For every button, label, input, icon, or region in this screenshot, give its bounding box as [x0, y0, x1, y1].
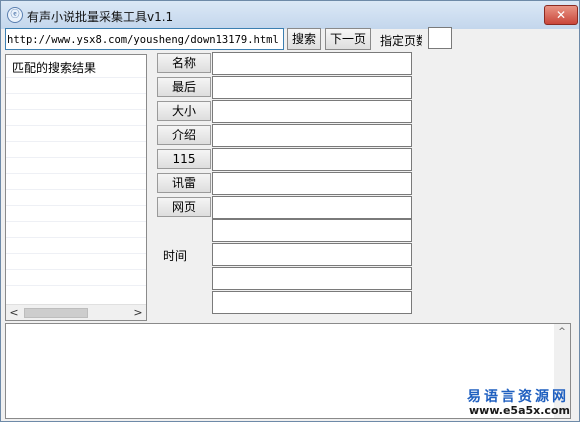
list-divider — [6, 157, 146, 158]
list-divider — [6, 285, 146, 286]
list-divider — [6, 77, 146, 78]
size-field[interactable] — [212, 100, 412, 123]
list-divider — [6, 109, 146, 110]
scroll-right-icon[interactable]: > — [130, 305, 146, 320]
list-divider — [6, 173, 146, 174]
close-button[interactable]: ✕ — [544, 5, 578, 25]
link-115-field[interactable] — [212, 148, 412, 171]
main-window: ⓔ 有声小说批量采集工具v1.1 ✕ http://www.ysx8.com/y… — [0, 0, 580, 422]
field-button-xunlei[interactable]: 讯雷 — [157, 173, 211, 193]
list-divider — [6, 269, 146, 270]
time-field-1[interactable] — [212, 219, 412, 242]
watermark-url: www.e5a5x.com — [469, 404, 570, 417]
field-button-name[interactable]: 名称 — [157, 53, 211, 73]
url-input[interactable]: http://www.ysx8.com/yousheng/down13179.h… — [5, 28, 284, 50]
last-field[interactable] — [212, 76, 412, 99]
scroll-thumb[interactable] — [24, 308, 88, 318]
time-label: 时间 — [163, 249, 188, 263]
search-results-list[interactable]: 匹配的搜索结果 < > — [5, 54, 147, 321]
watermark-site-name: 易语言资源网 — [467, 389, 569, 405]
results-header: 匹配的搜索结果 — [12, 61, 97, 75]
field-button-size[interactable]: 大小 — [157, 101, 211, 121]
list-divider — [6, 141, 146, 142]
list-divider — [6, 125, 146, 126]
intro-field[interactable] — [212, 124, 412, 147]
title-bar: ⓔ 有声小说批量采集工具v1.1 ✕ — [1, 1, 579, 29]
page-number-label: 指定页数 — [380, 34, 422, 48]
field-button-115[interactable]: 115 — [157, 149, 211, 169]
horizontal-scrollbar[interactable]: < > — [6, 304, 146, 320]
list-divider — [6, 189, 146, 190]
list-divider — [6, 221, 146, 222]
app-logo-icon: ⓔ — [7, 7, 23, 23]
scroll-up-icon[interactable]: ^ — [554, 324, 570, 340]
field-button-last[interactable]: 最后 — [157, 77, 211, 97]
list-divider — [6, 205, 146, 206]
xunlei-field[interactable] — [212, 172, 412, 195]
time-field-3[interactable] — [212, 267, 412, 290]
field-button-webpage[interactable]: 网页 — [157, 197, 211, 217]
search-button[interactable]: 搜索 — [287, 28, 321, 50]
list-divider — [6, 237, 146, 238]
list-divider — [6, 253, 146, 254]
next-page-button[interactable]: 下一页 — [325, 28, 371, 50]
name-field[interactable] — [212, 52, 412, 75]
webpage-field[interactable] — [212, 196, 412, 219]
field-button-intro[interactable]: 介绍 — [157, 125, 211, 145]
scroll-left-icon[interactable]: < — [6, 305, 22, 320]
window-title: 有声小说批量采集工具v1.1 — [27, 10, 174, 24]
time-field-2[interactable] — [212, 243, 412, 266]
list-divider — [6, 93, 146, 94]
time-field-4[interactable] — [212, 291, 412, 314]
page-number-input[interactable] — [428, 27, 452, 49]
